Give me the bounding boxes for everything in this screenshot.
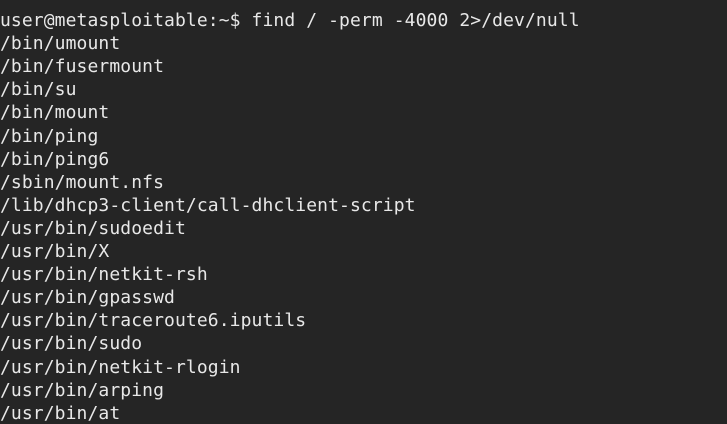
output-line: /usr/bin/X bbox=[0, 241, 110, 263]
output-line: /usr/bin/netkit-rsh bbox=[0, 264, 208, 286]
output-line: /sbin/mount.nfs bbox=[0, 171, 165, 193]
output-line: /bin/fusermount bbox=[0, 56, 165, 78]
terminal-window[interactable]: user@metasploitable:~$ find / -perm -400… bbox=[0, 0, 727, 424]
output-line: /bin/umount bbox=[0, 33, 121, 55]
output-line: /bin/ping bbox=[0, 125, 99, 147]
output-line: /usr/bin/gpasswd bbox=[0, 287, 175, 309]
output-line: /usr/bin/traceroute6.iputils bbox=[0, 310, 307, 332]
command-prompt-line: user@metasploitable:~$ find / -perm -400… bbox=[0, 10, 580, 32]
output-line: /usr/bin/netkit-rlogin bbox=[0, 356, 241, 378]
output-line: /usr/bin/at bbox=[0, 402, 121, 424]
output-line: /bin/mount bbox=[0, 102, 110, 124]
output-line: /bin/su bbox=[0, 79, 77, 101]
output-line: /usr/bin/sudo bbox=[0, 333, 143, 355]
output-line: /bin/ping6 bbox=[0, 148, 110, 170]
output-line: /lib/dhcp3-client/call-dhclient-script bbox=[0, 194, 416, 216]
partial-previous-line bbox=[0, 0, 580, 9]
output-line: /usr/bin/arping bbox=[0, 379, 165, 401]
output-line: /usr/bin/sudoedit bbox=[0, 217, 186, 239]
terminal-output: user@metasploitable:~$ find / -perm -400… bbox=[0, 0, 580, 424]
